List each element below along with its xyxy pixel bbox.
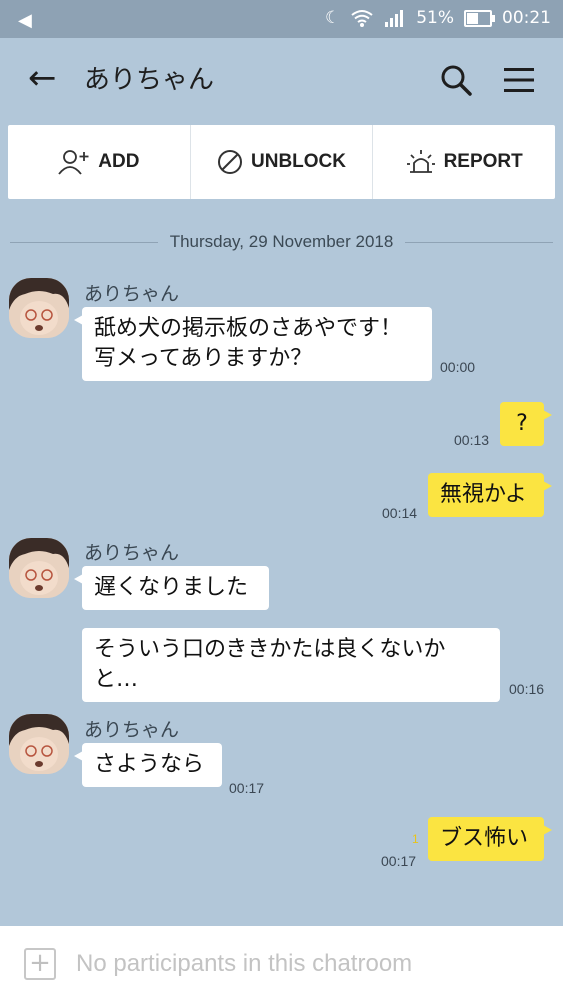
message-text: 遅くなりました	[94, 575, 249, 600]
plus-icon[interactable]: +	[24, 948, 56, 980]
unblock-label: UNBLOCK	[251, 151, 346, 172]
wifi-icon	[351, 10, 373, 27]
message-time: 00:17	[229, 780, 265, 796]
action-bar: ADD UNBLOCK REPORT	[8, 125, 555, 199]
message-text-line: そういう口のききかたは良くないか	[94, 637, 446, 662]
avatar[interactable]	[9, 538, 69, 598]
message-time: 00:13	[454, 432, 490, 448]
nav-back-icon[interactable]: ◀	[18, 10, 32, 31]
add-user-icon	[58, 150, 89, 175]
search-icon[interactable]	[440, 64, 472, 96]
avatar-photo	[9, 278, 69, 338]
message-time: 00:14	[382, 505, 418, 521]
message-text: さようなら	[94, 752, 205, 777]
sender-name: ありちゃん	[84, 542, 180, 564]
battery-percent: 51%	[416, 8, 454, 28]
message-text: 無視かよ	[440, 482, 527, 507]
message-text: ブス怖い	[440, 826, 529, 851]
avatar-photo	[9, 538, 69, 598]
message-bubble-outgoing[interactable]: ?	[500, 402, 552, 446]
message-bubble-incoming[interactable]: さようなら	[74, 743, 222, 787]
status-bar: ◀ ☾ 51% 00:21	[0, 0, 563, 38]
clock: 00:21	[502, 8, 551, 28]
unread-count: 1	[412, 832, 419, 846]
message-bubble-outgoing[interactable]: ブス怖い	[428, 817, 552, 861]
message-bubble-incoming[interactable]: そういう口のききかたは良くないか と…	[82, 628, 500, 702]
message-bubble-incoming[interactable]: 遅くなりました	[74, 566, 269, 610]
sender-name: ありちゃん	[84, 719, 180, 741]
divider-line	[10, 241, 158, 243]
menu-icon[interactable]	[503, 66, 535, 94]
sender-name: ありちゃん	[84, 283, 180, 305]
message-text-line: 舐め犬の掲示板のさあやです！	[94, 316, 403, 341]
block-icon	[218, 150, 242, 174]
date-separator: Thursday, 29 November 2018	[10, 230, 554, 254]
report-label: REPORT	[443, 151, 523, 172]
signal-icon	[385, 10, 404, 27]
message-text-line: 写メってありますか？	[94, 346, 313, 371]
message-time: 00:00	[440, 359, 476, 375]
avatar[interactable]	[9, 278, 69, 338]
avatar-photo	[9, 714, 69, 774]
message-bubble-incoming[interactable]: 舐め犬の掲示板のさあやです！ 写メってありますか？	[74, 307, 432, 381]
message-time: 00:16	[509, 681, 545, 697]
message-text: ?	[516, 411, 528, 436]
siren-icon	[406, 150, 435, 173]
back-arrow-icon[interactable]: ←	[28, 58, 57, 98]
avatar[interactable]	[9, 714, 69, 774]
chat-header: ← ありちゃん	[0, 38, 563, 124]
divider-line	[405, 241, 554, 243]
add-label: ADD	[98, 151, 140, 172]
message-bubble-outgoing[interactable]: 無視かよ	[428, 473, 552, 517]
add-button[interactable]: ADD	[8, 125, 191, 199]
date-label: Thursday, 29 November 2018	[169, 232, 394, 251]
input-placeholder: No participants in this chatroom	[76, 950, 413, 977]
unblock-button[interactable]: UNBLOCK	[191, 125, 374, 199]
battery-icon	[464, 9, 495, 27]
input-bar: + No participants in this chatroom	[0, 926, 563, 1000]
report-button[interactable]: REPORT	[373, 125, 555, 199]
message-text-line: と…	[94, 667, 139, 692]
chat-title: ありちゃん	[84, 65, 215, 95]
alarm-moon-icon: ☾	[324, 8, 341, 28]
message-time: 00:17	[381, 853, 417, 869]
